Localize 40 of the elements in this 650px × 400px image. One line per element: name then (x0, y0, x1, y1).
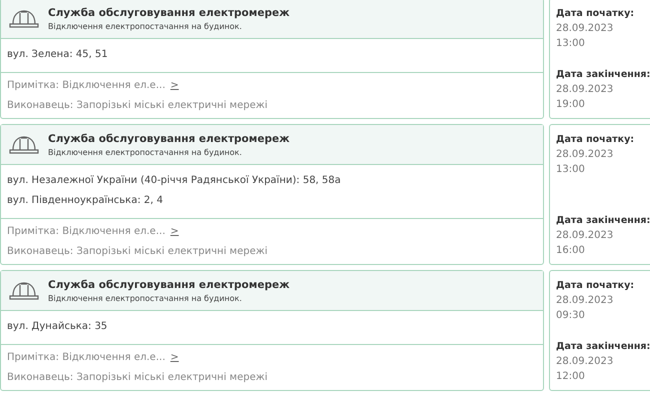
end-time: 19:00 (556, 98, 586, 112)
outage-description: Відключення електропостачання на будинок. (48, 22, 243, 31)
address-text: вул. Дунайська: 35 (7, 320, 108, 334)
end-date: 28.09.2023 (556, 355, 614, 369)
end-time: 16:00 (556, 244, 586, 258)
helmet-icon (9, 8, 39, 30)
start-time: 09:30 (556, 309, 586, 323)
note-text: Примітка: Відключення ел.е... (7, 351, 166, 365)
start-label: Дата початку: (556, 133, 636, 147)
address-text: вул. Незалежної України (40-річчя Радянської України): 58, 58а (7, 174, 342, 188)
service-title: Служба обслуговування електромереж (48, 279, 290, 291)
executor-text: Виконавець: Запорізькі міські електричні мережі (7, 99, 269, 113)
start-time: 13:00 (556, 37, 586, 51)
executor-text: Виконавець: Запорізькі міські електричні мережі (7, 371, 269, 385)
start-label: Дата початку: (556, 7, 636, 21)
note-text: Примітка: Відключення ел.е... (7, 225, 166, 239)
start-time: 13:00 (556, 163, 586, 177)
more-link[interactable]: > (170, 222, 179, 242)
start-date: 28.09.2023 (556, 148, 614, 162)
helmet-icon (9, 280, 39, 302)
outage-description: Відключення електропостачання на будинок. (48, 148, 243, 157)
outage-description: Відключення електропостачання на будинок. (48, 294, 243, 303)
end-label: Дата закінчення: (556, 214, 650, 228)
end-label: Дата закінчення: (556, 68, 650, 82)
end-label: Дата закінчення: (556, 340, 650, 354)
end-date: 28.09.2023 (556, 83, 614, 97)
more-link[interactable]: > (170, 76, 179, 96)
end-date: 28.09.2023 (556, 229, 614, 243)
more-link[interactable]: > (170, 348, 179, 368)
note-text: Примітка: Відключення ел.е... (7, 79, 166, 93)
end-time: 12:00 (556, 370, 586, 384)
start-date: 28.09.2023 (556, 294, 614, 308)
service-title: Служба обслуговування електромереж (48, 133, 290, 145)
executor-text: Виконавець: Запорізькі міські електричні мережі (7, 245, 269, 259)
start-label: Дата початку: (556, 279, 636, 293)
address-text: вул. Південноукраїнська: 2, 4 (7, 194, 164, 208)
address-text: вул. Зелена: 45, 51 (7, 48, 109, 62)
service-title: Служба обслуговування електромереж (48, 7, 290, 19)
helmet-icon (9, 134, 39, 156)
start-date: 28.09.2023 (556, 22, 614, 36)
